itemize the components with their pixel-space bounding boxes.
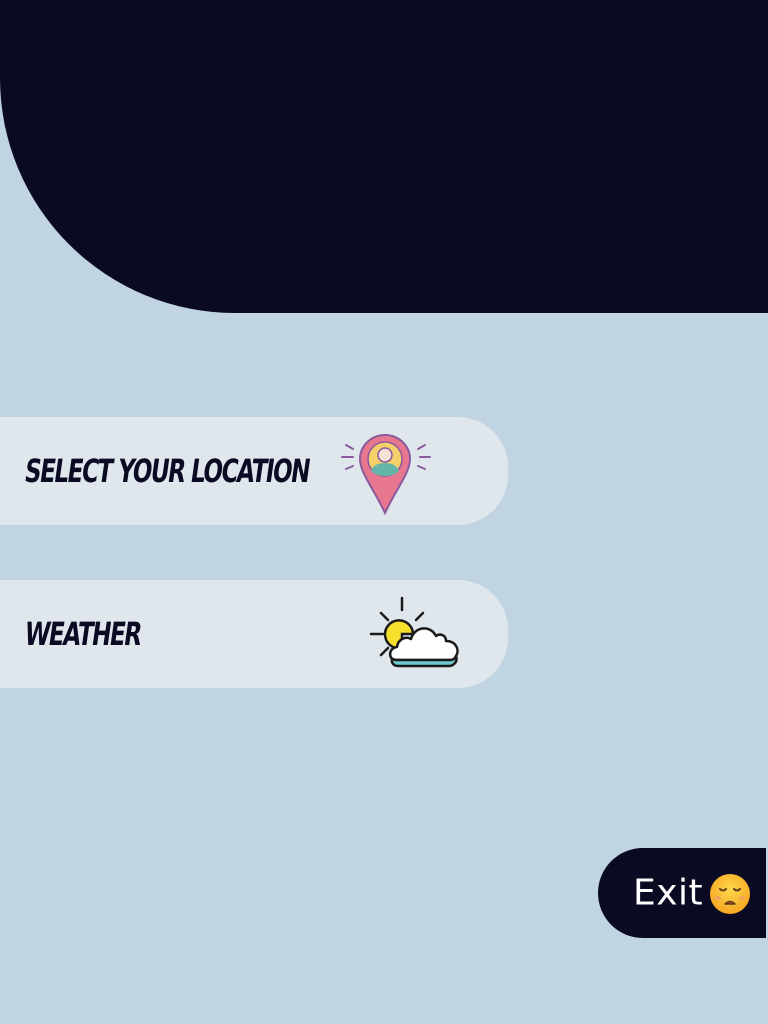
select-location-label: SELECT YOUR LOCATION [22,452,312,490]
exit-button[interactable]: Exit [598,848,766,938]
header-decoration [0,0,768,313]
weather-label: WEATHER [22,615,144,653]
weather-button[interactable]: WEATHER [0,580,508,688]
sad-face-icon [710,874,750,914]
location-pin-icon [341,433,431,516]
select-location-button[interactable]: SELECT YOUR LOCATION [0,417,508,525]
sun-cloud-icon [369,596,459,668]
exit-label: Exit [633,872,704,914]
